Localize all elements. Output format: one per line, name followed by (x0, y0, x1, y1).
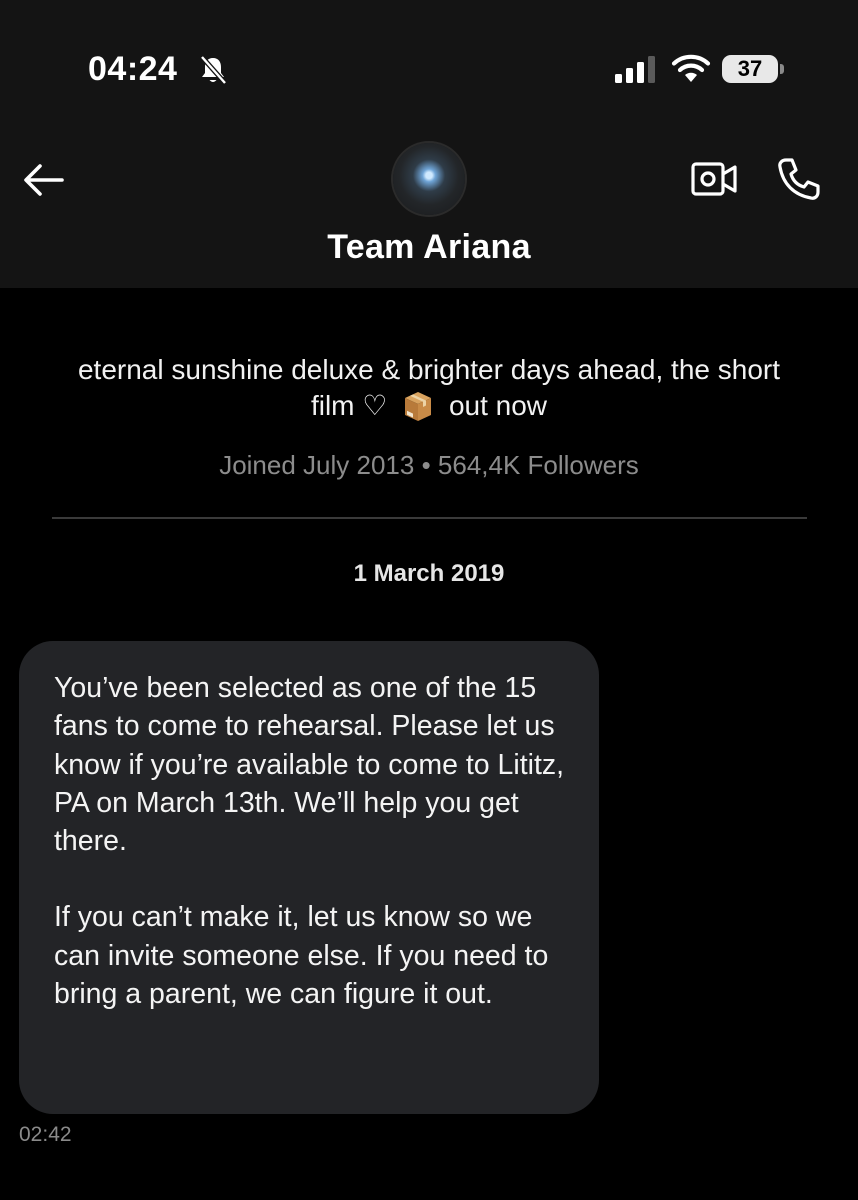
status-time: 04:24 (88, 50, 178, 88)
conversation-title[interactable]: Team Ariana (0, 228, 858, 267)
battery-icon: 37 (722, 55, 778, 83)
message-bubble[interactable]: You’ve been selected as one of the 15 fa… (19, 641, 599, 1114)
wifi-icon (671, 54, 711, 82)
profile-bio-suffix: out now (448, 390, 548, 421)
conversation-header: 04:24 37 Team Ariana (0, 0, 858, 288)
message-paragraph: You’ve been selected as one of the 15 fa… (54, 672, 565, 858)
profile-meta: Joined July 2013 • 564,4K Followers (0, 450, 858, 481)
profile-bio: eternal sunshine deluxe & brighter days … (60, 352, 798, 424)
bell-slash-icon (200, 55, 227, 85)
cellular-signal-icon (615, 56, 655, 83)
package-emoji (405, 392, 432, 421)
joined-date: Joined July 2013 (219, 450, 415, 480)
message-timestamp: 02:42 (19, 1123, 72, 1146)
meta-separator: • (421, 450, 431, 480)
battery-tip (780, 64, 784, 74)
video-call-icon[interactable] (690, 158, 738, 200)
followers-count[interactable]: 564,4K Followers (438, 450, 639, 480)
avatar[interactable] (393, 143, 465, 215)
message-paragraph: If you can’t make it, let us know so we … (54, 901, 549, 1011)
conversation-date: 1 March 2019 (353, 560, 505, 587)
message-text: You’ve been selected as one of the 15 fa… (54, 669, 574, 1013)
back-arrow-icon[interactable] (22, 160, 66, 200)
phone-icon[interactable] (774, 156, 822, 202)
divider (52, 517, 807, 519)
